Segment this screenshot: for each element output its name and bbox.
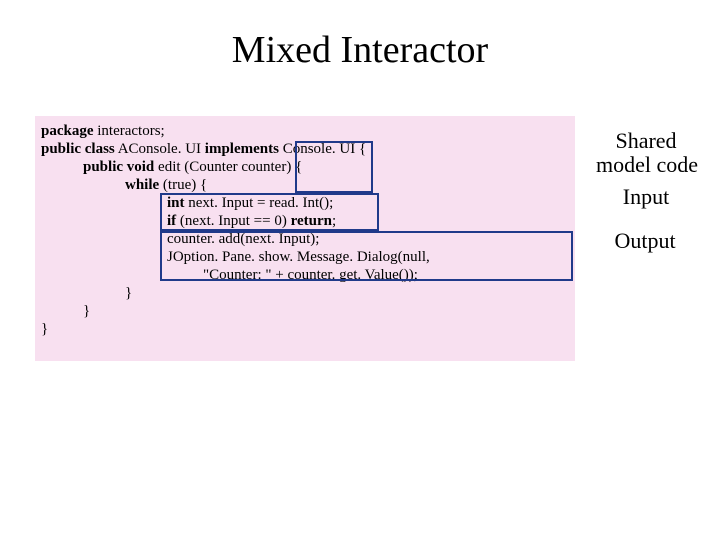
code-line-10: } [125,286,132,301]
code-block: package interactors; public class AConso… [35,116,575,361]
highlight-output [160,231,573,281]
txt-l2b: AConsole. UI [115,141,205,157]
annot-shared-line1: Shared [596,128,696,154]
txt-l1b: interactors; [94,123,165,139]
code-line-3: public void edit (Counter counter) { [83,160,302,175]
annot-input: Input [606,184,686,210]
highlight-input [160,193,379,231]
kw-package: package [41,123,94,139]
txt-l4b: (true) { [159,177,207,193]
code-line-12: } [41,322,48,337]
txt-l11: } [83,303,90,319]
annot-shared-line2: model code [582,152,712,178]
code-line-11: } [83,304,90,319]
txt-l3b: edit (Counter counter) { [154,159,302,175]
highlight-shared-model-code [295,141,373,193]
annot-output: Output [600,228,690,254]
kw-while: while [125,177,159,193]
kw-public-void: public void [83,159,154,175]
code-line-1: package interactors; [41,124,165,139]
txt-l12: } [41,321,48,337]
slide: Mixed Interactor package interactors; pu… [0,0,720,540]
kw-implements: implements [205,141,279,157]
slide-title: Mixed Interactor [0,28,720,72]
kw-public-class: public class [41,141,115,157]
code-line-4: while (true) { [125,178,207,193]
txt-l10: } [125,285,132,301]
